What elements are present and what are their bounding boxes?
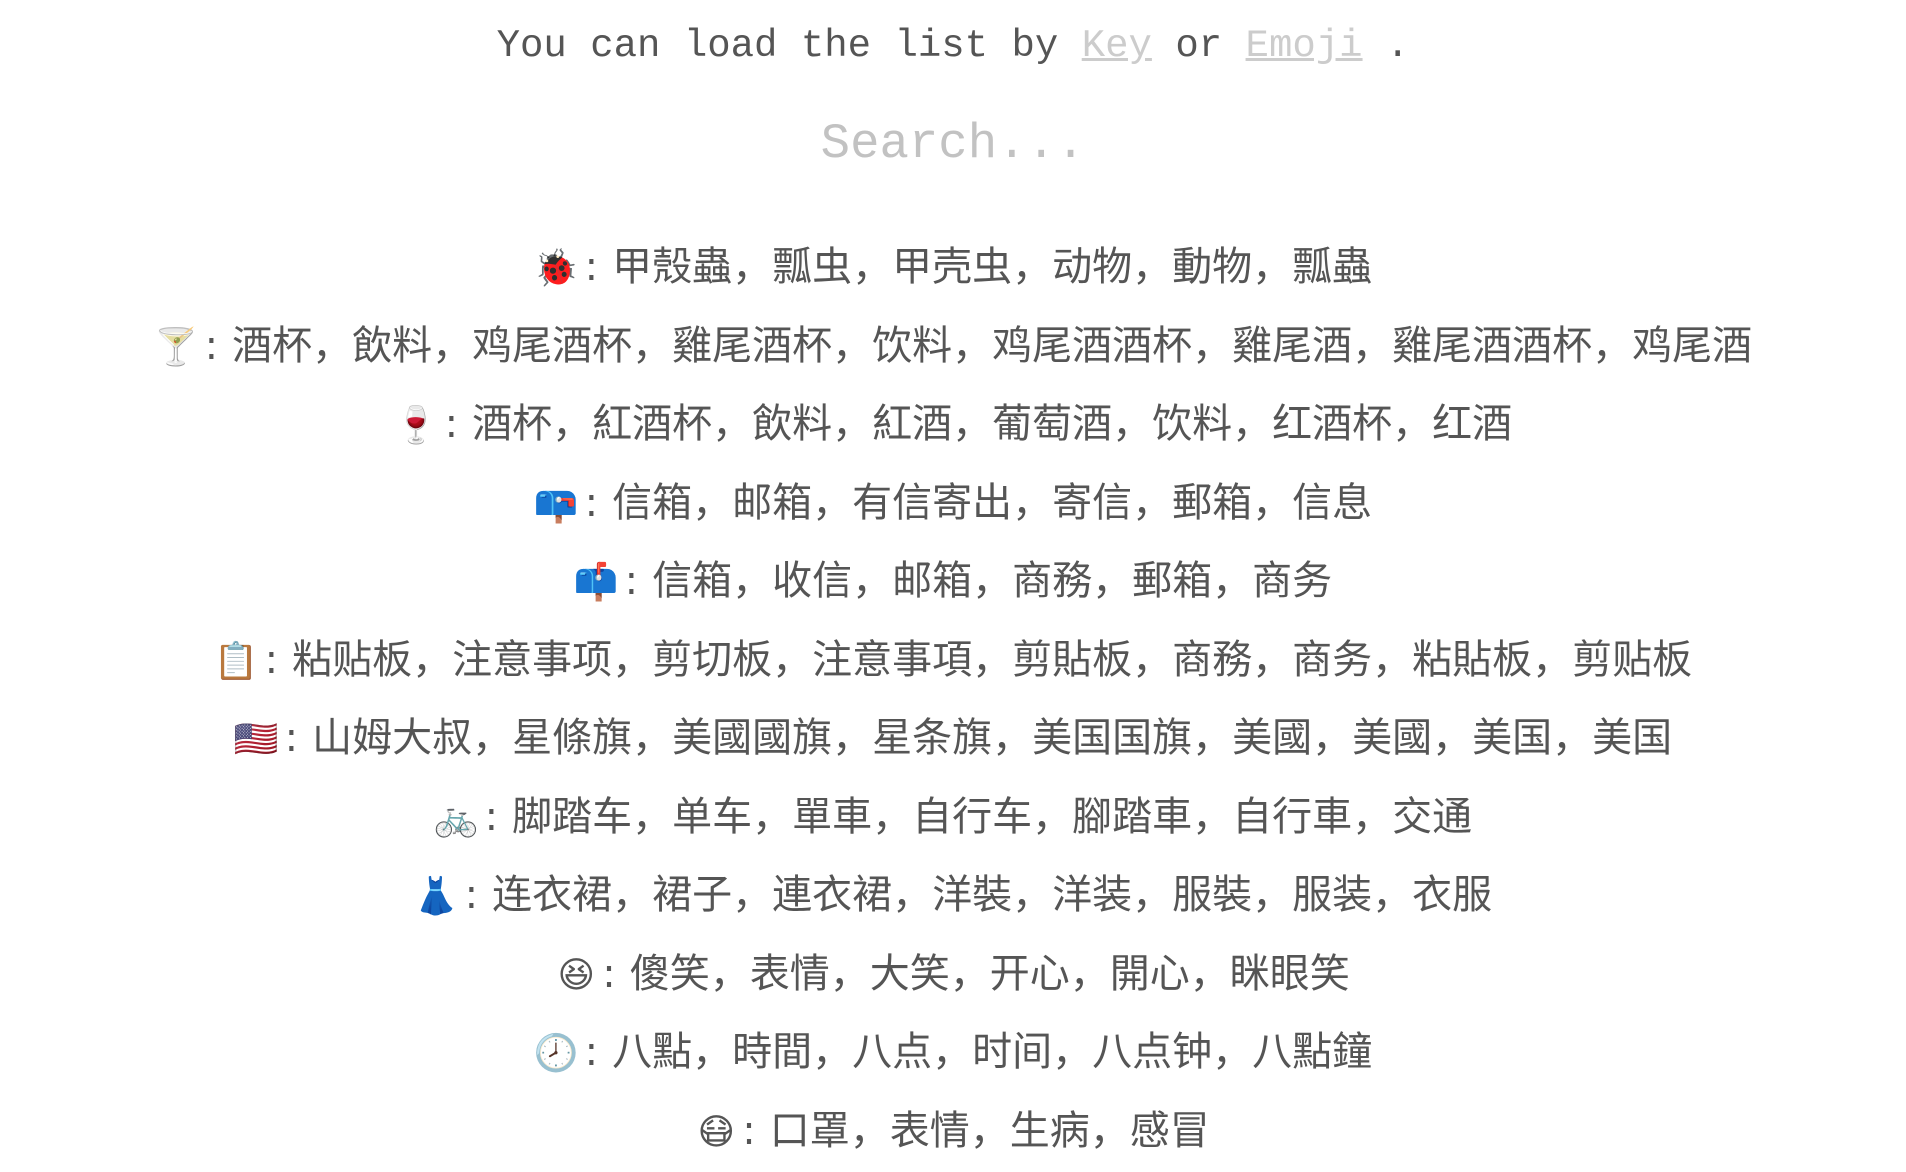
intro-prefix: You can load the list by (497, 24, 1059, 68)
separator: : (265, 637, 278, 683)
separator: : (585, 244, 598, 290)
clipboard-icon: 📋 (214, 623, 259, 702)
separator: : (205, 323, 218, 369)
emoji-list: 🐞: 甲殼蟲，瓢虫，甲壳虫，动物，動物，瓢蟲 🍸: 酒杯，飲料，鸡尾酒杯，雞尾酒杯，饮… (0, 228, 1906, 1170)
separator: : (465, 872, 478, 918)
bicycle-icon: 🚲 (434, 780, 479, 859)
eight-oclock-icon: 🕗 (534, 1015, 579, 1094)
emoji-keywords: 八點，時間，八点，时间，八点钟，八點鐘 (612, 1029, 1372, 1075)
list-item: 🍸: 酒杯，飲料，鸡尾酒杯，雞尾酒杯，饮料，鸡尾酒酒杯，雞尾酒，雞尾酒酒杯，鸡尾酒 (0, 307, 1906, 386)
mailbox-flag-down-icon: 📪 (534, 466, 579, 545)
list-item: 🐞: 甲殼蟲，瓢虫，甲壳虫，动物，動物，瓢蟲 (0, 228, 1906, 307)
emoji-keywords: 甲殼蟲，瓢虫，甲壳虫，动物，動物，瓢蟲 (612, 244, 1372, 290)
list-item: 🍷: 酒杯，紅酒杯，飲料，紅酒，葡萄酒，饮料，红酒杯，红酒 (0, 385, 1906, 464)
list-item: 👗: 连衣裙，裙子，連衣裙，洋裝，洋装，服裝，服装，衣服 (0, 856, 1906, 935)
cocktail-glass-icon: 🍸 (154, 309, 199, 388)
grinning-squinting-face-icon: 😆 (556, 937, 596, 1016)
face-with-medical-mask-icon: 😷 (696, 1094, 736, 1172)
us-flag-icon: 🇺🇸 (234, 701, 279, 780)
mailbox-flag-up-icon: 📫 (574, 544, 619, 623)
intro-text: You can load the list by Key or Emoji . (0, 22, 1906, 70)
list-item: 📪: 信箱，邮箱，有信寄出，寄信，郵箱，信息 (0, 464, 1906, 543)
list-item: 📫: 信箱，收信，邮箱，商務，郵箱，商务 (0, 542, 1906, 621)
emoji-keywords: 连衣裙，裙子，連衣裙，洋裝，洋装，服裝，服装，衣服 (492, 872, 1492, 918)
emoji-keywords: 傻笑，表情，大笑，开心，開心，眯眼笑 (630, 951, 1350, 997)
list-item: 😷: 口罩，表情，生病，感冒 (0, 1092, 1906, 1171)
list-item: 🇺🇸: 山姆大叔，星條旗，美國國旗，星条旗，美国国旗，美國，美國，美国，美国 (0, 699, 1906, 778)
separator: : (742, 1108, 755, 1154)
emoji-keywords: 酒杯，紅酒杯，飲料，紅酒，葡萄酒，饮料，红酒杯，红酒 (472, 401, 1512, 447)
wine-glass-icon: 🍷 (394, 387, 439, 466)
separator: : (585, 480, 598, 526)
emoji-keywords: 信箱，收信，邮箱，商務，郵箱，商务 (652, 558, 1332, 604)
load-by-emoji-link[interactable]: Emoji (1246, 24, 1363, 68)
emoji-keywords: 山姆大叔，星條旗，美國國旗，星条旗，美国国旗，美國，美國，美国，美国 (312, 715, 1672, 761)
search-input[interactable] (603, 112, 1303, 176)
emoji-keywords: 口罩，表情，生病，感冒 (770, 1108, 1210, 1154)
load-by-key-link[interactable]: Key (1082, 24, 1152, 68)
intro-middle: or (1175, 24, 1222, 68)
list-item: 😆: 傻笑，表情，大笑，开心，開心，眯眼笑 (0, 935, 1906, 1014)
dress-icon: 👗 (414, 858, 459, 937)
list-item: 🕗: 八點，時間，八点，时间，八点钟，八點鐘 (0, 1013, 1906, 1092)
ladybug-icon: 🐞 (534, 230, 579, 309)
search-container (0, 112, 1906, 176)
separator: : (602, 951, 615, 997)
emoji-keywords: 信箱，邮箱，有信寄出，寄信，郵箱，信息 (612, 480, 1372, 526)
separator: : (625, 558, 638, 604)
intro-suffix: . (1386, 24, 1409, 68)
separator: : (585, 1029, 598, 1075)
emoji-keywords: 酒杯，飲料，鸡尾酒杯，雞尾酒杯，饮料，鸡尾酒酒杯，雞尾酒，雞尾酒酒杯，鸡尾酒 (232, 323, 1752, 369)
emoji-keywords: 粘贴板，注意事项，剪切板，注意事項，剪貼板，商務，商务，粘貼板，剪贴板 (292, 637, 1692, 683)
separator: : (285, 715, 298, 761)
list-item: 📋: 粘贴板，注意事项，剪切板，注意事項，剪貼板，商務，商务，粘貼板，剪贴板 (0, 621, 1906, 700)
list-item: 🚲: 脚踏车，单车，單車，自行车，腳踏車，自行車，交通 (0, 778, 1906, 857)
emoji-keywords: 脚踏车，单车，單車，自行车，腳踏車，自行車，交通 (512, 794, 1472, 840)
separator: : (445, 401, 458, 447)
separator: : (485, 794, 498, 840)
